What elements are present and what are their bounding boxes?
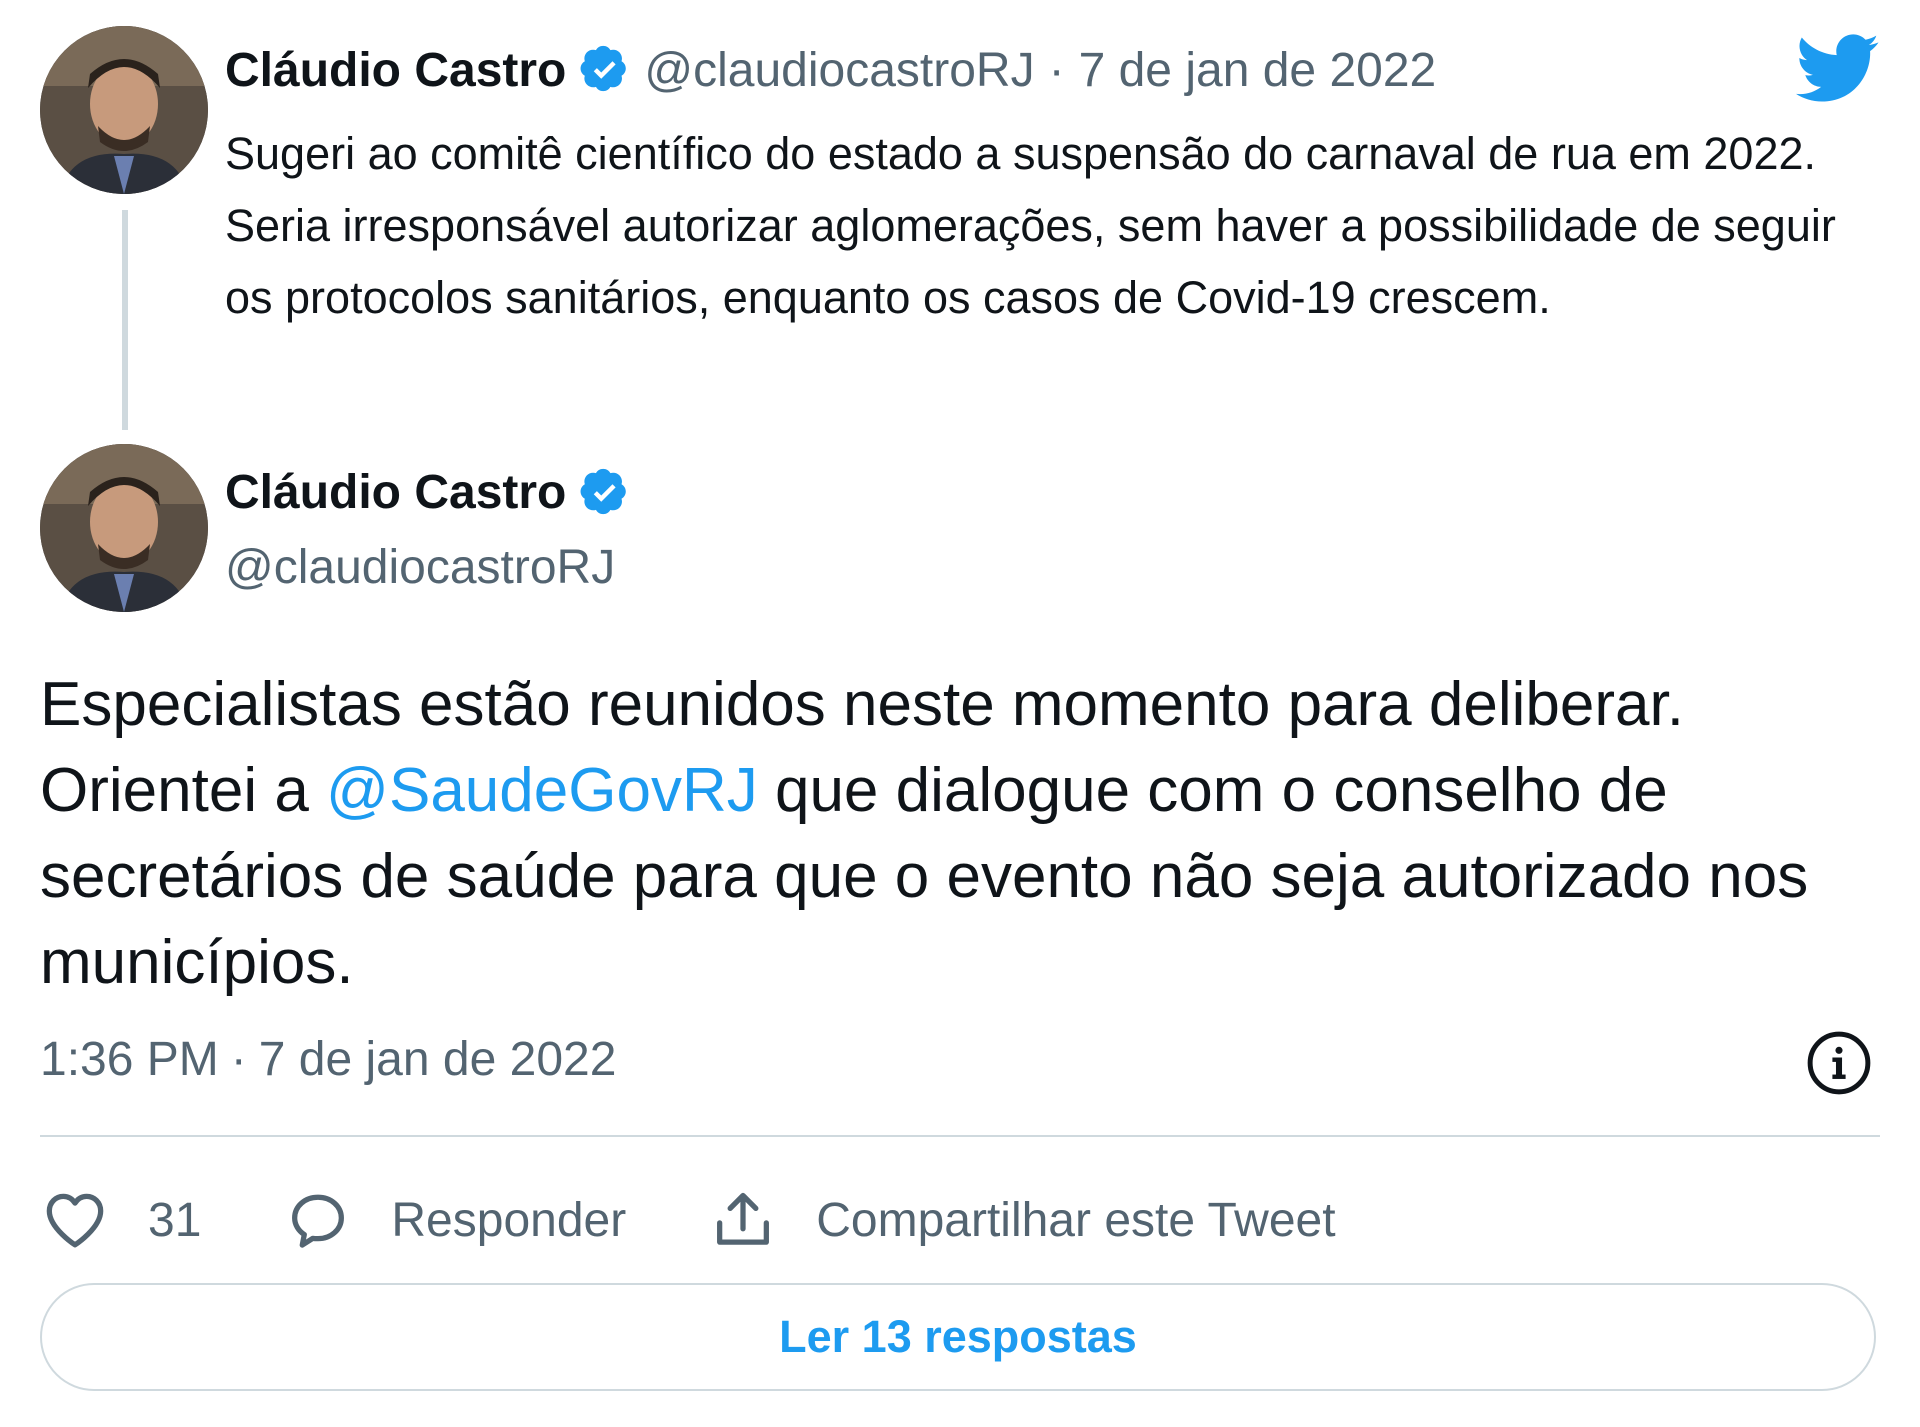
share-label: Compartilhar este Tweet [816,1193,1336,1247]
mention-link[interactable]: @SaudeGovRJ [326,756,758,825]
thread-connector-line [122,210,128,430]
main-author-name-row: Cláudio Castro [225,465,630,520]
verified-badge-icon [580,468,627,514]
main-author-name[interactable]: Cláudio Castro [225,465,566,520]
tweet-date: 7 de jan de 2022 [258,1033,617,1086]
twitter-bird-icon[interactable] [1796,34,1880,104]
speech-bubble-icon [292,1194,345,1248]
like-count: 31 [148,1193,202,1247]
reply-button[interactable]: Responder [283,1185,626,1255]
timestamp-separator: · [230,1033,247,1086]
parent-tweet[interactable]: Cláudio Castro @claudiocastroRJ · 7 de j… [0,0,1920,440]
tweet-actions-bar: 31 Responder Compartilhar este Tweet [40,1180,1418,1260]
tweet-timestamp[interactable]: 1:36 PM · 7 de jan de 2022 [40,1032,616,1087]
tweet-embed: Cláudio Castro @claudiocastroRJ · 7 de j… [0,0,1920,1427]
main-author-handle[interactable]: @claudiocastroRJ [225,540,615,595]
parent-author-avatar[interactable] [40,26,208,194]
parent-author-name[interactable]: Cláudio Castro [225,43,566,98]
reply-label: Responder [391,1193,627,1247]
parent-tweet-text: Sugeri ao comitê científico do estado a … [225,128,1836,323]
parent-tweet-header: Cláudio Castro @claudiocastroRJ · 7 de j… [225,40,1436,100]
verified-badge-icon [580,45,627,92]
main-author-avatar[interactable] [40,444,208,612]
read-replies-button[interactable]: Ler 13 respostas [40,1283,1876,1391]
avatar-portrait-image [40,444,208,612]
main-tweet-text: Especialistas estão reunidos neste momen… [40,662,1870,1006]
divider [40,1135,1880,1137]
parent-tweet-date[interactable]: 7 de jan de 2022 [1079,43,1437,98]
parent-author-handle[interactable]: @claudiocastroRJ [644,43,1034,98]
info-icon[interactable] [1806,1030,1872,1096]
header-separator: · [1048,43,1065,97]
heart-icon [46,1193,104,1248]
share-upload-icon [717,1192,770,1245]
tweet-time: 1:36 PM [40,1033,219,1086]
avatar-portrait-image [40,26,208,194]
share-button[interactable]: Compartilhar este Tweet [708,1185,1336,1255]
like-button[interactable]: 31 [40,1185,201,1255]
